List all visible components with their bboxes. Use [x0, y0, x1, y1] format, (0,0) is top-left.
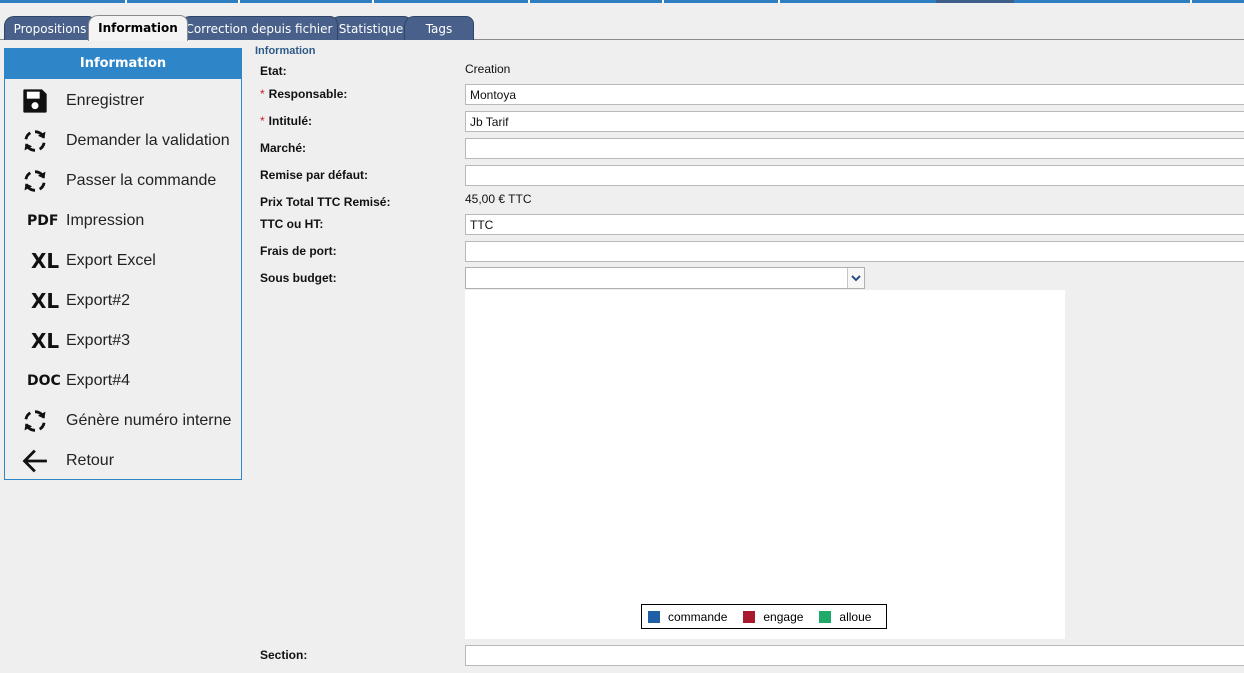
action-menu: Information Enregistrer Demander la vali… [4, 48, 242, 480]
doc-icon: DOC [27, 373, 61, 389]
menu-item-retour[interactable]: Retour [5, 441, 241, 481]
intitule-label: * Intitulé: [260, 114, 312, 128]
tab-tags[interactable]: Tags [404, 16, 474, 40]
menu-item-label: Enregistrer [66, 92, 145, 109]
legend-item-engage: engage [743, 610, 803, 624]
legend-swatch [819, 610, 832, 623]
refresh-icon [5, 161, 65, 201]
menu-item-label: Génère numéro interne [66, 412, 232, 429]
responsable-label: * Responsable: [260, 87, 348, 101]
menu-item-label: Export#2 [66, 292, 131, 309]
sous-budget-select[interactable] [465, 267, 865, 289]
legend-item-alloue: alloue [819, 610, 871, 624]
remise-label: Remise par défaut: [260, 168, 369, 182]
prix-total-label: Prix Total TTC Remisé: [260, 195, 391, 209]
required-mark: * [260, 114, 265, 128]
menu-item-genere-numero-interne[interactable]: Génère numéro interne [5, 401, 241, 441]
menu-item-export-2[interactable]: XL Export#2 [5, 281, 241, 321]
marche-input[interactable] [465, 138, 1244, 159]
menu-item-enregistrer[interactable]: Enregistrer [5, 81, 241, 121]
tab-bar: Propositions Statistique Tags Correction… [0, 14, 1244, 41]
arrow-left-icon [5, 441, 65, 481]
menu-item-label: Demander la validation [66, 132, 230, 149]
legend-item-commande: commande [648, 610, 727, 624]
tab-statistique[interactable]: Statistique [330, 16, 412, 40]
section-label: Section: [260, 648, 308, 662]
legend-swatch [648, 610, 660, 623]
prix-total-value: 45,00 € TTC [465, 192, 532, 206]
refresh-icon [5, 401, 65, 441]
section-title: Information [255, 45, 316, 57]
floppy-disk-icon [5, 81, 65, 121]
remise-input[interactable] [465, 165, 1244, 186]
legend-label: alloue [839, 609, 872, 624]
menu-item-label: Passer la commande [66, 172, 217, 189]
excel-icon: XL [31, 329, 60, 353]
legend-label: engage [763, 609, 804, 624]
tab-correction-depuis-fichier[interactable]: Correction depuis fichier [180, 16, 338, 40]
legend-label: commande [668, 609, 728, 624]
tab-information[interactable]: Information [88, 15, 188, 41]
required-mark: * [260, 87, 265, 101]
excel-icon: XL [31, 249, 60, 273]
menu-item-label: Impression [66, 212, 145, 229]
chevron-down-icon[interactable] [847, 268, 864, 288]
refresh-icon [5, 121, 65, 161]
menu-item-passer-commande[interactable]: Passer la commande [5, 161, 241, 201]
pdf-icon: PDF [27, 213, 59, 229]
frais-port-input[interactable] [465, 241, 1244, 262]
responsable-input[interactable]: Montoya [465, 84, 1244, 105]
menu-item-label: Export#3 [66, 332, 131, 349]
menu-item-export-3[interactable]: XL Export#3 [5, 321, 241, 361]
top-strip [0, 0, 1244, 3]
menu-item-export-excel[interactable]: XL Export Excel [5, 241, 241, 281]
ttc-ht-label: TTC ou HT: [260, 217, 324, 231]
menu-item-export-4[interactable]: DOC Export#4 [5, 361, 241, 401]
intitule-input[interactable]: Jb Tarif [465, 111, 1244, 132]
menu-item-label: Retour [66, 452, 115, 469]
menu-item-label: Export#4 [66, 372, 131, 389]
menu-header: Information [5, 49, 241, 79]
section-input[interactable] [465, 645, 1244, 666]
etat-label: Etat: [260, 64, 287, 78]
tab-propositions[interactable]: Propositions [4, 16, 96, 40]
etat-value: Creation [465, 62, 511, 76]
chart-legend: commande engage alloue [641, 604, 887, 629]
menu-item-impression[interactable]: PDF Impression [5, 201, 241, 241]
legend-swatch [743, 610, 756, 623]
excel-icon: XL [31, 289, 60, 313]
marche-label: Marché: [260, 141, 307, 155]
menu-item-label: Export Excel [66, 252, 156, 269]
ttc-ht-input[interactable]: TTC [465, 214, 1244, 235]
frais-port-label: Frais de port: [260, 244, 337, 258]
sous-budget-label: Sous budget: [260, 271, 337, 285]
budget-chart: commande engage alloue [465, 290, 1065, 639]
menu-item-demander-validation[interactable]: Demander la validation [5, 121, 241, 161]
